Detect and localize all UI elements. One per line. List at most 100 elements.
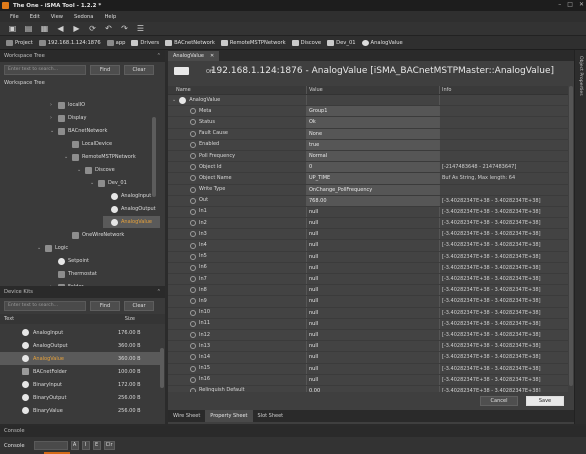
- tree-item[interactable]: ⌄ Logic: [37, 242, 68, 254]
- tree-item[interactable]: OneWireNetwork: [64, 229, 124, 241]
- undo-icon[interactable]: ↶: [104, 24, 113, 33]
- table-row[interactable]: Relinquish Default 0.00 [-3.40282347E+38 -…: [168, 385, 568, 392]
- table-row[interactable]: Write Type OnChange_PollFrequency: [168, 184, 568, 196]
- table-row[interactable]: In2 null [-3.40282347E+38 - 3.40282347E+38…: [168, 218, 568, 230]
- property-value[interactable]: Normal: [306, 150, 439, 162]
- property-value[interactable]: null: [306, 274, 439, 285]
- property-value[interactable]: UP_TIME: [306, 173, 439, 184]
- workspace-search-input[interactable]: Enter text to search...: [4, 65, 86, 75]
- table-row[interactable]: Object Name UP_TIME Buf As String, Max len…: [168, 173, 568, 185]
- console-a-button[interactable]: A: [70, 441, 79, 450]
- property-value[interactable]: null: [306, 206, 439, 218]
- save-icon[interactable]: ▣: [8, 24, 17, 33]
- table-row[interactable]: In14 null [-3.40282347E+38 - 3.40282347E+3…: [168, 352, 568, 364]
- property-value[interactable]: Ok: [306, 117, 439, 128]
- tree-item[interactable]: AnalogInput: [103, 190, 151, 202]
- property-value[interactable]: null: [306, 218, 439, 229]
- property-value[interactable]: null: [306, 329, 439, 341]
- close-icon[interactable]: ✕: [579, 1, 584, 8]
- list-item-selected[interactable]: AnalogValue 360.00 B: [0, 352, 160, 365]
- tree-item[interactable]: Thermostat: [50, 268, 97, 280]
- tree-item[interactable]: ⌄ Discove: [77, 164, 115, 176]
- toggle-switch[interactable]: [174, 67, 189, 75]
- property-value[interactable]: 0: [306, 162, 439, 173]
- kits-search-input[interactable]: Enter text to search...: [4, 301, 86, 311]
- collapse-arrow-icon[interactable]: ⌄: [172, 95, 176, 106]
- crumb-app[interactable]: app: [106, 39, 125, 46]
- menu-help[interactable]: Help: [104, 14, 116, 20]
- crumb-bacnet-network[interactable]: BACnetNetwork: [165, 39, 215, 46]
- menu-edit[interactable]: Edit: [30, 14, 40, 20]
- kits-scrollbar[interactable]: [160, 348, 164, 388]
- grid-icon[interactable]: ▦: [40, 24, 49, 33]
- forward-icon[interactable]: ▶: [72, 24, 81, 33]
- list-item[interactable]: BinaryOutput 256.00 B: [0, 391, 160, 404]
- tree-item[interactable]: › localIO: [50, 99, 85, 111]
- property-value[interactable]: null: [306, 307, 439, 318]
- property-value[interactable]: None: [306, 128, 439, 139]
- table-row-root[interactable]: ⌄ AnalogValue: [168, 95, 568, 107]
- property-value[interactable]: null: [306, 251, 439, 262]
- table-row[interactable]: Poll Frequency Normal: [168, 150, 568, 163]
- tree-item[interactable]: Setpoint: [50, 255, 89, 267]
- table-row[interactable]: Meta Group1: [168, 106, 568, 118]
- property-value[interactable]: null: [306, 318, 439, 329]
- table-row[interactable]: In12 null [-3.40282347E+38 - 3.40282347E+3…: [168, 329, 568, 342]
- close-tab-icon[interactable]: ✕: [210, 51, 214, 61]
- workspace-clear-button[interactable]: Clear: [124, 65, 154, 75]
- menu-sedona[interactable]: Sedona: [74, 14, 93, 20]
- maximize-icon[interactable]: □: [567, 1, 573, 8]
- tree-item[interactable]: LocalDevice: [64, 138, 112, 150]
- property-value[interactable]: null: [306, 341, 439, 352]
- object-properties-strip[interactable]: Object Properties: [574, 50, 586, 424]
- tree-item[interactable]: AnalogOutput: [103, 203, 156, 215]
- minimize-icon[interactable]: –: [558, 1, 561, 8]
- menu-view[interactable]: View: [51, 14, 63, 20]
- table-row[interactable]: In1 null [-3.40282347E+38 - 3.40282347E+38…: [168, 206, 568, 219]
- table-row[interactable]: In9 null [-3.40282347E+38 - 3.40282347E+38…: [168, 296, 568, 308]
- table-row[interactable]: In10 null [-3.40282347E+38 - 3.40282347E+3…: [168, 307, 568, 319]
- redo-icon[interactable]: ↷: [120, 24, 129, 33]
- list-item[interactable]: BACnetFolder 100.00 B: [0, 365, 160, 378]
- crumb-device[interactable]: 192.168.1.124:1876: [38, 39, 101, 46]
- tree-item[interactable]: ⌄ Dev_01: [90, 177, 127, 189]
- cancel-button[interactable]: Cancel: [480, 396, 518, 406]
- kits-clear-button[interactable]: Clear: [124, 301, 154, 311]
- tree-item-selected[interactable]: AnalogValue: [103, 216, 161, 228]
- table-row[interactable]: In6 null [-3.40282347E+38 - 3.40282347E+38…: [168, 262, 568, 274]
- property-value[interactable]: null: [306, 363, 439, 374]
- property-scrollbar[interactable]: [569, 86, 573, 386]
- table-row[interactable]: Object Id 0 [-2147483648 - 2147483647]: [168, 162, 568, 174]
- property-value[interactable]: 0.00: [306, 385, 439, 392]
- property-value[interactable]: null: [306, 285, 439, 296]
- collapse-arrow-icon[interactable]: ⌄: [90, 180, 95, 186]
- console-clear-button[interactable]: Clr: [103, 441, 115, 450]
- crumb-analog-value[interactable]: AnalogValue: [361, 39, 403, 46]
- tab-property-sheet[interactable]: Property Sheet: [205, 410, 253, 422]
- kits-find-button[interactable]: Find: [90, 301, 120, 311]
- property-value[interactable]: Group1: [306, 106, 439, 117]
- console-e-button[interactable]: E: [92, 441, 101, 450]
- crumb-project[interactable]: Project: [6, 39, 33, 46]
- table-row[interactable]: In4 null [-3.40282347E+38 - 3.40282347E+38…: [168, 240, 568, 252]
- property-value[interactable]: null: [306, 352, 439, 363]
- menu-file[interactable]: File: [10, 14, 19, 20]
- tree-item[interactable]: ⌄ RemoteMSTPNetwork: [64, 151, 136, 163]
- tab-analog-value[interactable]: AnalogValue ✕: [168, 51, 220, 61]
- collapse-arrow-icon[interactable]: ⌄: [50, 128, 55, 134]
- table-row[interactable]: In11 null [-3.40282347E+38 - 3.40282347E+3…: [168, 318, 568, 330]
- tree-scrollbar[interactable]: [152, 117, 156, 197]
- property-value[interactable]: null: [306, 374, 439, 385]
- table-row[interactable]: Fault Cause None: [168, 128, 568, 140]
- list-item[interactable]: BinaryValue 256.00 B: [0, 404, 160, 417]
- expand-icon[interactable]: ›: [50, 102, 55, 108]
- property-value[interactable]: null: [306, 240, 439, 251]
- tree-item[interactable]: ⌄ BACnetNetwork: [50, 125, 107, 137]
- property-value[interactable]: null: [306, 229, 439, 240]
- console-i-button[interactable]: I: [81, 441, 90, 450]
- tab-wire-sheet[interactable]: Wire Sheet: [168, 410, 205, 422]
- table-row[interactable]: In7 null [-3.40282347E+38 - 3.40282347E+38…: [168, 274, 568, 286]
- crumb-dev01[interactable]: Dev_01: [327, 39, 356, 46]
- collapse-arrow-icon[interactable]: ⌄: [77, 167, 82, 173]
- property-value[interactable]: OnChange_PollFrequency: [306, 184, 439, 195]
